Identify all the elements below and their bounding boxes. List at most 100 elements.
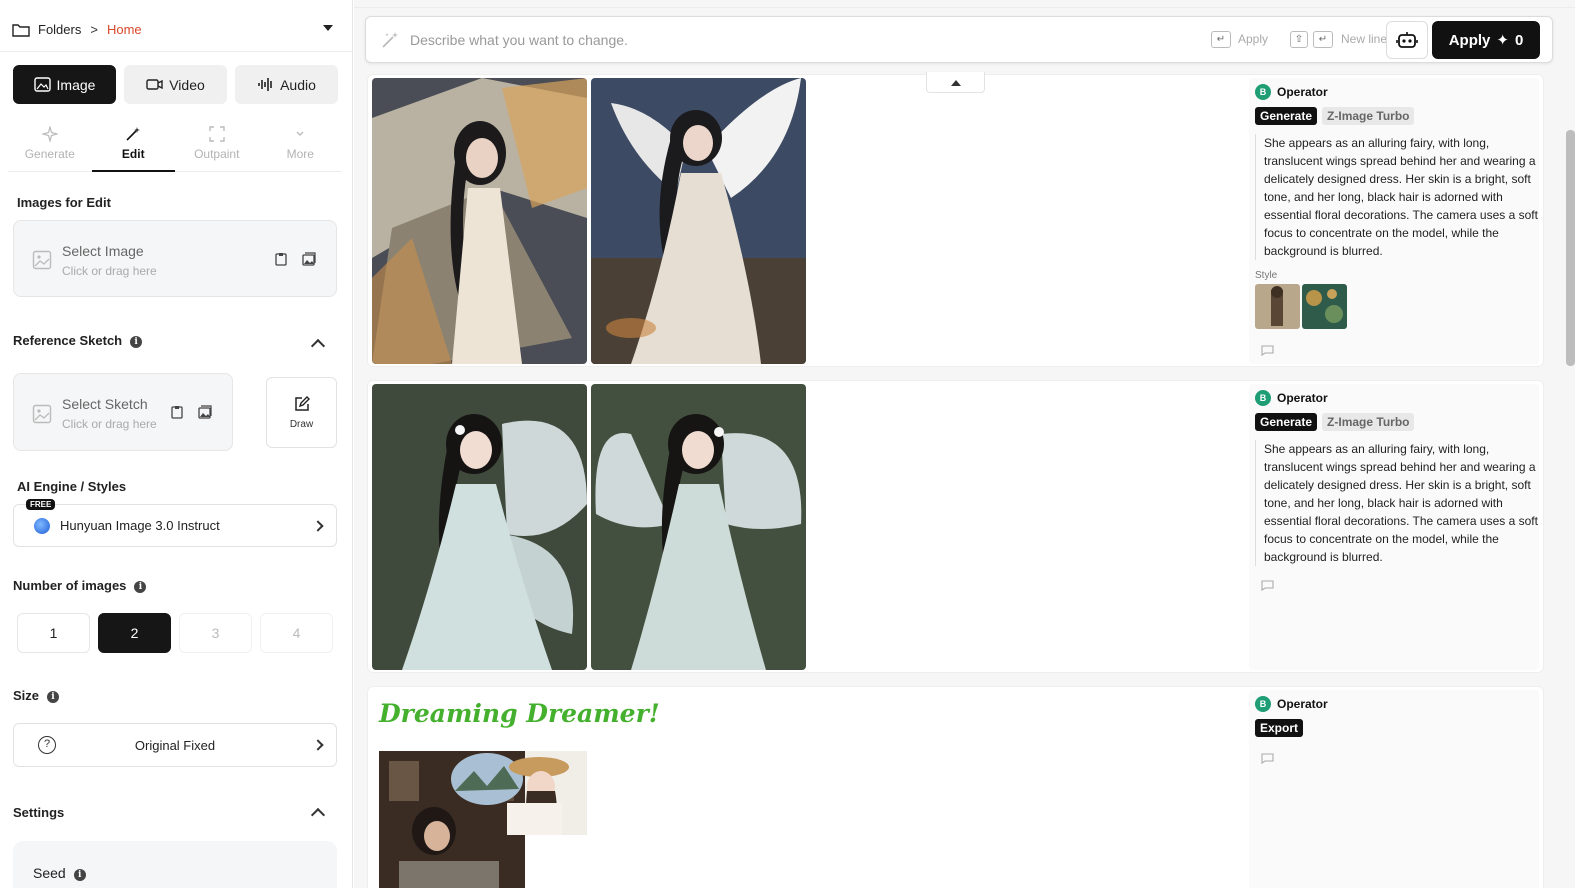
num-images-selector: 1 2 3 4 [17,613,333,653]
tag-model: Z-Image Turbo [1322,413,1415,431]
avatar: B [1255,84,1271,100]
chevron-right-icon [312,739,324,751]
breadcrumb-folders[interactable]: Folders [38,22,81,37]
settings-label: Settings [13,805,65,820]
prompt-description: She appears as an alluring fairy, with l… [1255,134,1541,260]
expand-icon [209,126,225,142]
operator-row: B Operator [1255,84,1328,100]
hunyuan-logo-icon [34,518,50,534]
robot-icon [1396,32,1418,48]
apply-button[interactable]: Apply ✦ 0 [1432,21,1540,59]
select-image-dropzone[interactable]: Select Image Click or drag here [13,220,337,297]
breadcrumb-home[interactable]: Home [107,22,142,37]
tab-audio-label: Audio [280,76,316,93]
style-warrior-image [1255,284,1300,329]
engine-selector[interactable]: FREE Hunyuan Image 3.0 Instruct [13,499,337,547]
edit-square-icon [294,396,310,411]
num-images-option-2[interactable]: 2 [98,613,171,653]
tab-outpaint[interactable]: Outpaint [175,118,259,171]
image-placeholder-icon [32,404,52,424]
prompt-input[interactable] [410,29,1170,51]
tag-model: Z-Image Turbo [1322,107,1415,125]
tab-video-label: Video [169,76,205,93]
folder-dropdown-icon[interactable] [323,25,333,31]
select-sketch-dropzone[interactable]: Select Sketch Click or drag here [13,373,233,451]
assistant-bot-button[interactable] [1386,21,1428,59]
info-icon[interactable]: i [47,691,60,703]
tab-image[interactable]: Image [13,65,116,104]
sparkle-icon [41,126,58,142]
select-sketch-subtitle: Click or drag here [62,417,157,431]
tab-generate[interactable]: Generate [8,118,92,171]
num-images-option-1[interactable]: 1 [17,613,90,653]
style-thumbnail[interactable] [1255,284,1300,329]
tag-export: Export [1255,719,1304,737]
tab-more-label: More [286,147,314,161]
seed-panel: Seed i [13,841,337,888]
engine-label: AI Engine / Styles [17,479,127,494]
info-icon[interactable]: i [134,581,147,593]
card-info-panel: B Operator Generate Z-Image Turbo She ap… [1249,384,1539,670]
select-image-subtitle: Click or drag here [62,264,157,278]
operator-name: Operator [1277,697,1328,711]
tab-video[interactable]: Video [124,65,227,104]
paste-icon[interactable] [170,405,184,419]
tag-row: Generate Z-Image Turbo [1255,107,1415,125]
operator-row: B Operator [1255,696,1328,712]
collapse-settings-icon[interactable] [310,807,326,823]
audio-icon [258,78,272,91]
apply-button-label: Apply [1448,31,1491,49]
tag-generate: Generate [1255,107,1318,125]
top-divider [354,7,1575,8]
info-icon[interactable]: i [73,869,86,881]
app-root: Folders > Home Image Video Audio Generat… [0,0,1575,888]
tab-outpaint-label: Outpaint [194,147,240,161]
tab-generate-label: Generate [24,147,75,161]
magic-wand-icon [126,127,141,141]
result-image[interactable] [591,78,806,364]
enter-key-icon: ↵ [1211,31,1231,48]
comment-icon[interactable] [1261,753,1274,764]
result-image[interactable] [591,384,806,670]
result-image[interactable] [372,78,587,364]
size-selector[interactable]: ? Original Fixed [13,723,337,767]
operator-name: Operator [1277,391,1328,405]
gallery-icon[interactable] [302,252,316,266]
engine-name: Hunyuan Image 3.0 Instruct [60,518,220,533]
paste-icon[interactable] [274,252,288,266]
operator-name: Operator [1277,85,1328,99]
collapse-sketch-icon[interactable] [310,338,326,354]
comment-icon[interactable] [1261,345,1274,356]
prompt-description: She appears as an alluring fairy, with l… [1255,440,1541,566]
tab-more[interactable]: More [259,118,343,171]
butterfly-fairy-image [372,384,587,670]
free-badge: FREE [26,499,56,510]
draw-button[interactable]: Draw [266,377,337,448]
result-image[interactable] [372,384,587,670]
collapse-prompt-tab[interactable] [926,72,985,93]
info-icon[interactable]: i [130,336,143,348]
folder-icon[interactable] [12,22,30,38]
comment-icon[interactable] [1261,580,1274,591]
image-placeholder-icon [32,250,52,270]
gallery-icon[interactable] [198,405,212,419]
card-info-panel: B Operator Export [1249,690,1539,888]
tab-edit[interactable]: Edit [91,118,176,172]
scrollbar-thumb[interactable] [1566,130,1575,366]
draw-label: Draw [289,419,314,430]
chevron-down-icon [296,131,304,136]
export-image[interactable] [379,751,587,888]
tab-audio[interactable]: Audio [235,65,338,104]
export-card: Dreaming Dreamer! B Operator Export [367,686,1544,888]
shift-key-icon: ⇧ [1290,31,1308,48]
tag-generate: Generate [1255,413,1318,431]
magic-wand-icon [382,32,398,48]
seed-label: Seed [33,865,66,881]
style-thumbnail[interactable] [1302,284,1347,329]
images-for-edit-label: Images for Edit [17,195,111,210]
apply-credits: 0 [1514,31,1524,49]
sidebar: Folders > Home Image Video Audio Generat… [0,0,353,888]
avatar: B [1255,390,1271,406]
num-images-option-4[interactable]: 4 [260,613,333,653]
num-images-option-3[interactable]: 3 [179,613,252,653]
